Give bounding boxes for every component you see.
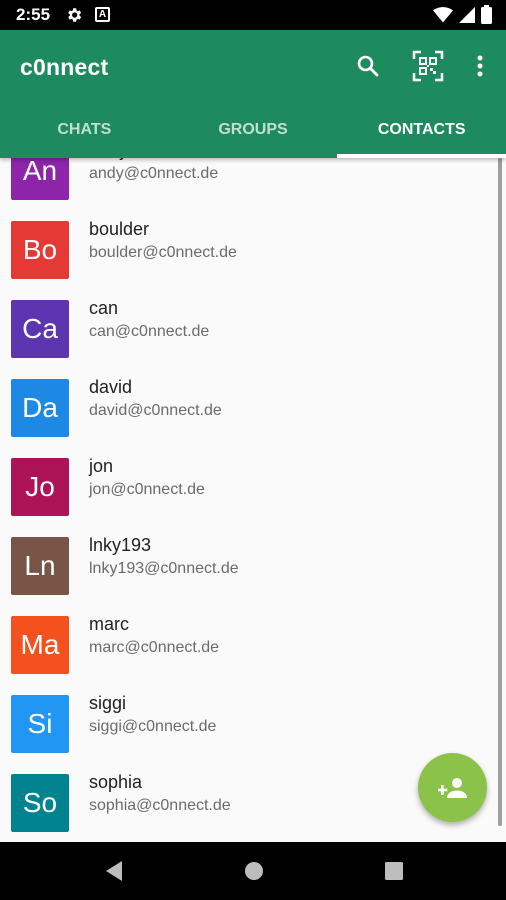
contact-list[interactable]: An andy andy@c0nnect.de Bo boulder bould… xyxy=(0,158,506,842)
tab-bar: CHATS GROUPS CONTACTS xyxy=(0,112,506,158)
contact-name: sophia xyxy=(89,772,143,792)
qr-code-icon xyxy=(412,50,444,82)
search-button[interactable] xyxy=(350,48,386,84)
contact-row-siggi[interactable]: Si siggi siggi@c0nnect.de xyxy=(0,693,506,771)
battery-icon xyxy=(481,5,492,29)
recents-icon xyxy=(385,862,403,880)
settings-gear-icon xyxy=(65,6,83,29)
contact-row-can[interactable]: Ca can can@c0nnect.de xyxy=(0,298,506,376)
contact-email: marc@c0nnect.de xyxy=(89,639,220,656)
back-button[interactable] xyxy=(97,854,131,888)
avatar: Ma xyxy=(11,616,69,674)
avatar: Jo xyxy=(11,458,69,516)
contact-name: lnky193 xyxy=(89,535,152,555)
contact-name: jon xyxy=(89,456,114,476)
add-contact-icon xyxy=(437,777,467,798)
contact-email: can@c0nnect.de xyxy=(89,323,210,340)
contact-email: david@c0nnect.de xyxy=(89,402,222,419)
avatar: Ln xyxy=(11,537,69,595)
contact-row-lnky193[interactable]: Ln lnky193 lnky193@c0nnect.de xyxy=(0,535,506,613)
contact-email: boulder@c0nnect.de xyxy=(89,244,237,261)
contact-row-david[interactable]: Da david david@c0nnect.de xyxy=(0,377,506,455)
add-contact-fab[interactable] xyxy=(418,753,487,822)
back-icon xyxy=(106,861,122,881)
status-time: 2:55 xyxy=(16,5,51,24)
signal-icon xyxy=(459,6,475,29)
contact-name: siggi xyxy=(89,693,127,713)
home-icon xyxy=(245,862,263,880)
avatar: An xyxy=(11,158,69,200)
home-button[interactable] xyxy=(237,854,271,888)
qr-code-button[interactable] xyxy=(410,48,446,84)
contact-email: sophia@c0nnect.de xyxy=(89,797,231,814)
contact-email: andy@c0nnect.de xyxy=(89,165,219,182)
contact-row-jon[interactable]: Jo jon jon@c0nnect.de xyxy=(0,456,506,534)
status-bar: 2:55 A xyxy=(0,0,506,30)
app-title: c0nnect xyxy=(20,54,109,80)
avatar: Ca xyxy=(11,300,69,358)
scrollbar[interactable] xyxy=(498,158,502,826)
contact-name: david xyxy=(89,377,133,397)
contact-name: andy xyxy=(89,158,128,161)
contact-row-andy[interactable]: An andy andy@c0nnect.de xyxy=(0,158,506,218)
wifi-icon xyxy=(433,6,453,29)
notification-a-icon: A xyxy=(95,7,110,22)
contact-name: can xyxy=(89,298,119,318)
contact-row-marc[interactable]: Ma marc marc@c0nnect.de xyxy=(0,614,506,692)
more-vert-icon xyxy=(477,55,483,77)
avatar: So xyxy=(11,774,69,832)
contact-row-boulder[interactable]: Bo boulder boulder@c0nnect.de xyxy=(0,219,506,297)
system-nav-bar xyxy=(0,842,506,900)
contact-name: boulder xyxy=(89,219,150,239)
avatar: Da xyxy=(11,379,69,437)
tab-groups[interactable]: GROUPS xyxy=(169,112,338,158)
contact-email: siggi@c0nnect.de xyxy=(89,718,217,735)
tab-contacts[interactable]: CONTACTS xyxy=(337,112,506,158)
app-bar: c0nnect CHATS GROUPS CONTACTS xyxy=(0,30,506,158)
avatar: Bo xyxy=(11,221,69,279)
contact-name: marc xyxy=(89,614,129,634)
contact-email: lnky193@c0nnect.de xyxy=(89,560,239,577)
more-options-button[interactable] xyxy=(462,48,498,84)
search-icon xyxy=(357,55,379,77)
tab-chats[interactable]: CHATS xyxy=(0,112,169,158)
recents-button[interactable] xyxy=(377,854,411,888)
avatar: Si xyxy=(11,695,69,753)
contact-email: jon@c0nnect.de xyxy=(89,481,205,498)
